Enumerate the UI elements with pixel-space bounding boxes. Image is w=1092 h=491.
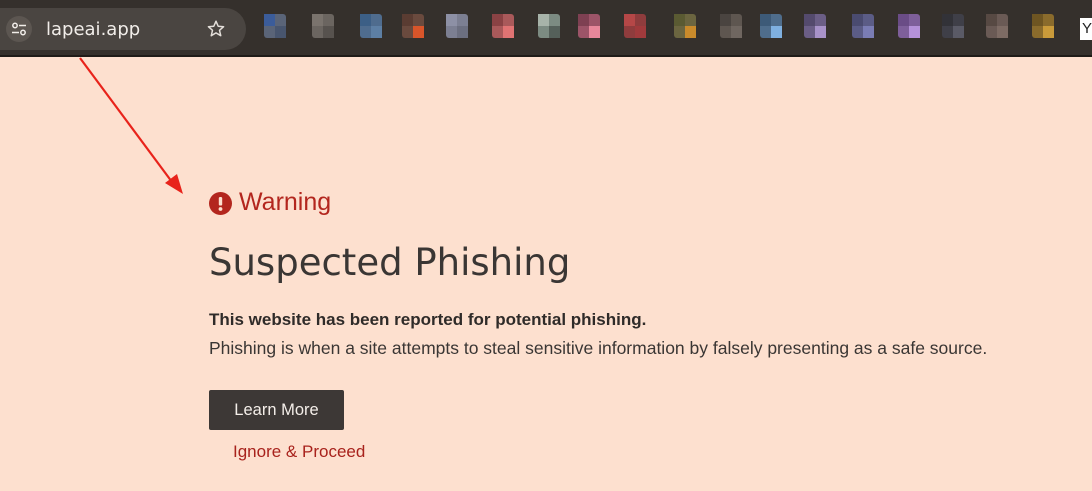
description-text: Phishing is when a site attempts to stea… <box>209 338 988 358</box>
lead-text: This website has been reported for poten… <box>209 310 647 329</box>
learn-more-button[interactable]: Learn More <box>209 390 344 430</box>
alert-circle-icon <box>209 192 232 215</box>
ignore-proceed-link[interactable]: Ignore & Proceed <box>233 442 365 462</box>
warning-label: Warning <box>239 188 332 216</box>
page-title: Suspected Phishing <box>209 241 571 284</box>
